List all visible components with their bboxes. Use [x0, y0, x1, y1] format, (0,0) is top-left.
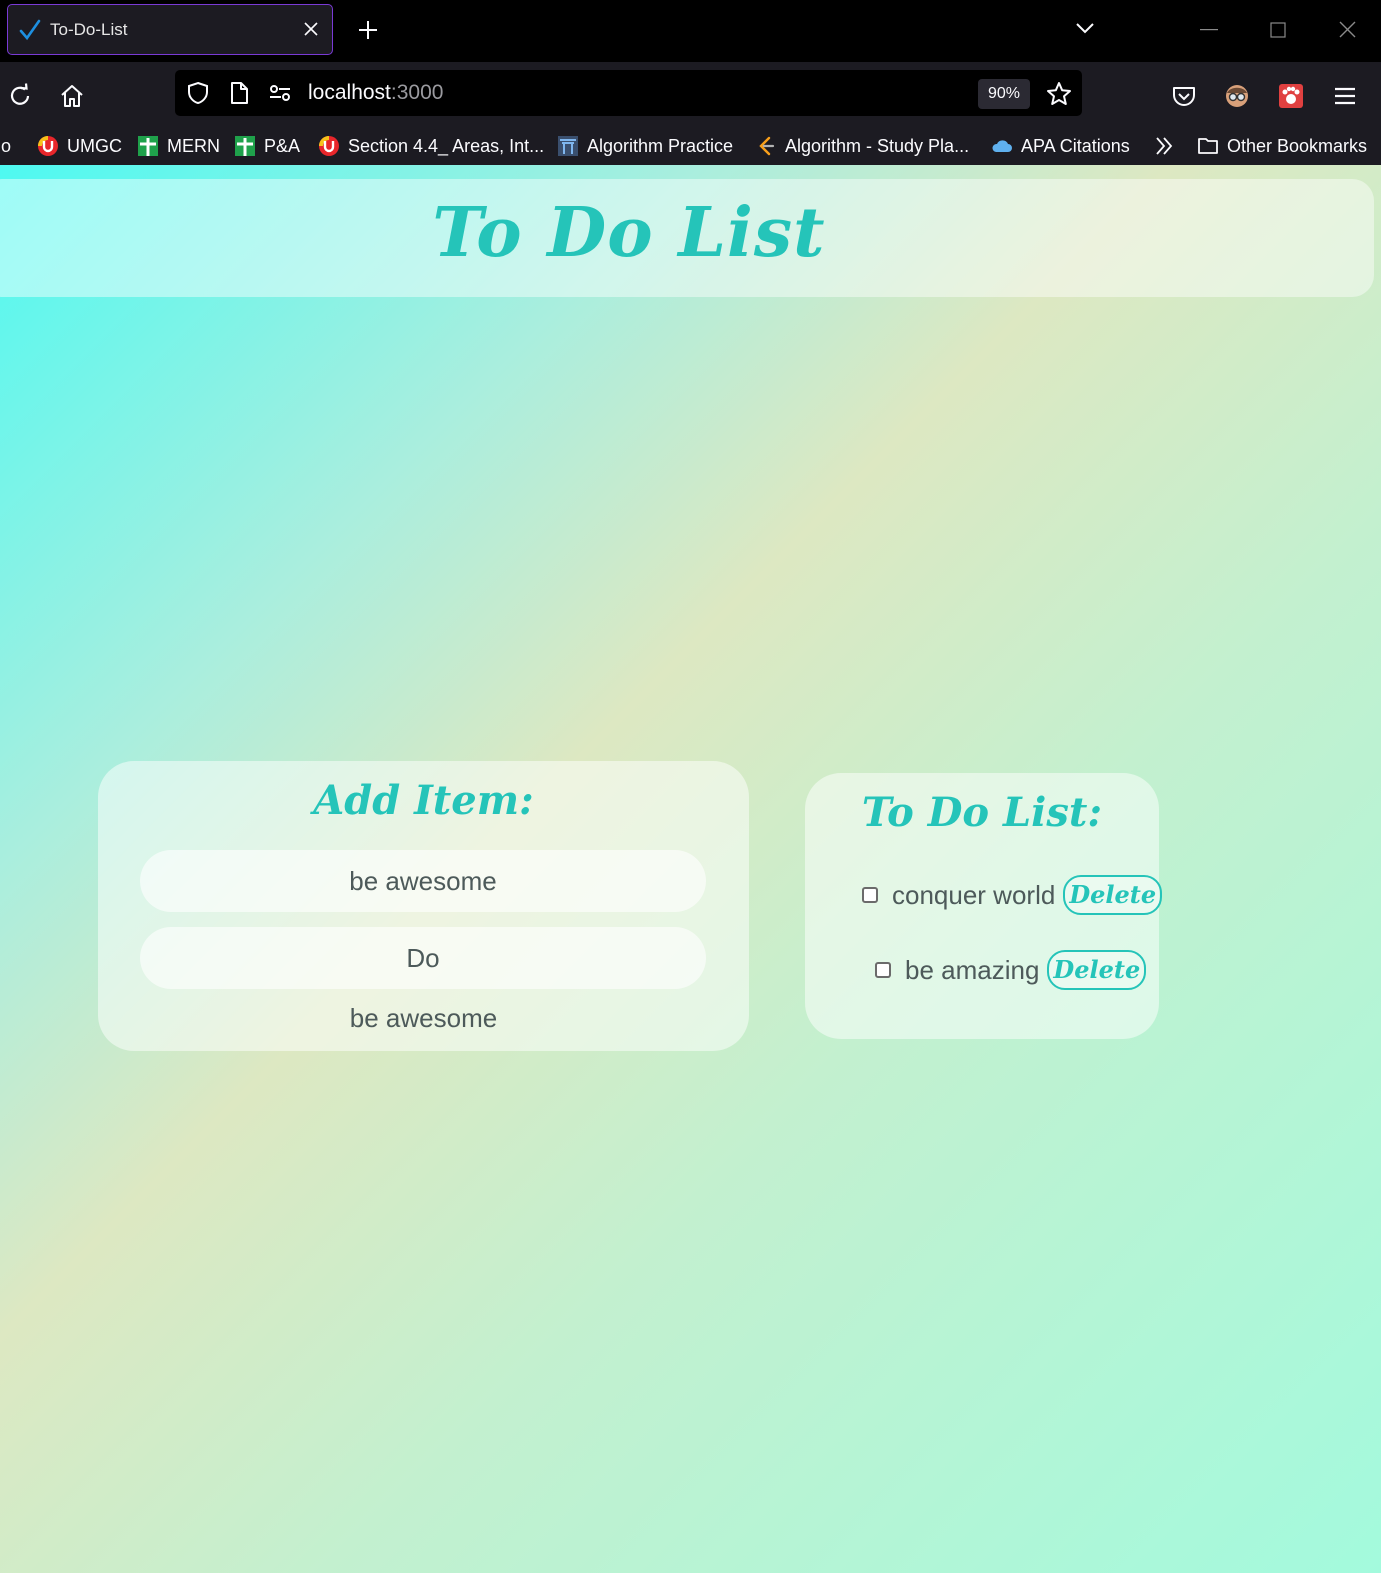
bookmark-label: UMGC [67, 135, 122, 156]
check-icon [19, 19, 41, 41]
bookmark-item[interactable]: Algorithm Practice [557, 134, 733, 158]
reload-icon[interactable] [7, 83, 33, 109]
bookmark-label: Section 4.4_ Areas, Int... [348, 135, 545, 156]
gate-icon [558, 136, 578, 156]
close-icon[interactable] [304, 22, 318, 36]
todo-input[interactable] [140, 850, 706, 912]
bookmark-label: Algorithm - Study Pla... [785, 135, 970, 156]
input-preview: be awesome [349, 1003, 498, 1033]
do-button[interactable]: Do [140, 927, 706, 989]
new-tab-plus-icon[interactable] [358, 20, 378, 40]
chevron-down-icon[interactable] [1075, 20, 1095, 36]
url-host: localhost [308, 81, 391, 104]
url-bar[interactable]: localhost:3000 90% [175, 70, 1082, 116]
bookmark-item[interactable]: UMGC [37, 134, 122, 158]
maximize-icon[interactable] [1270, 22, 1286, 38]
extension-paw-icon[interactable] [1278, 83, 1304, 109]
bookmark-item[interactable]: MERN [137, 134, 220, 158]
delete-button[interactable]: Delete [1063, 875, 1163, 915]
page-icon[interactable] [227, 81, 251, 105]
page-title: To Do List [432, 193, 826, 273]
window-close-icon[interactable] [1339, 21, 1356, 38]
umgc-icon [38, 136, 58, 156]
other-bookmarks-label: Other Bookmarks [1227, 135, 1368, 156]
chevron-double-right-icon[interactable] [1153, 135, 1175, 157]
add-item-heading: Add Item: [313, 777, 534, 824]
list-item: conquer world Delete [862, 875, 1163, 915]
other-bookmarks[interactable]: Other Bookmarks [1197, 134, 1367, 158]
delete-button[interactable]: Delete [1047, 950, 1147, 990]
permissions-icon[interactable] [268, 81, 292, 105]
page-content: To Do List Add Item: Do be awesome To Do… [0, 165, 1381, 1573]
bookmark-item[interactable]: Section 4.4_ Areas, Int... [318, 134, 544, 158]
pocket-icon[interactable] [1171, 83, 1197, 109]
home-icon[interactable] [59, 83, 85, 109]
folder-icon [1198, 138, 1218, 154]
cloud-icon [992, 140, 1012, 152]
url-port: :3000 [390, 81, 444, 104]
bookmark-label: MERN [167, 135, 220, 156]
todo-text: conquer world [892, 879, 1056, 910]
zoom-badge[interactable]: 90% [978, 79, 1030, 109]
menu-hamburger-icon[interactable] [1332, 83, 1358, 109]
add-item-card: Add Item: Do be awesome [98, 761, 749, 1051]
todo-checkbox[interactable] [875, 962, 891, 978]
green-plus-icon [235, 136, 255, 156]
bookmark-label: P&A [264, 135, 301, 156]
bookmark-label: APA Citations [1021, 135, 1130, 156]
minimize-icon[interactable] [1200, 29, 1218, 31]
tab-to-do-list[interactable]: To-Do-List [7, 4, 333, 55]
navigation-toolbar: localhost:3000 90% [0, 62, 1381, 126]
todo-checkbox[interactable] [862, 887, 878, 903]
tab-title: To-Do-List [50, 20, 128, 39]
green-plus-icon [138, 136, 158, 156]
url-text[interactable]: localhost:3000 [308, 81, 443, 105]
umgc-icon [319, 136, 339, 156]
bookmarks-toolbar: jo UMGC MERN P&A Section 4.4_ Areas, Int… [0, 126, 1381, 165]
todo-list-heading: To Do List: [861, 789, 1103, 836]
extension-avatar-icon[interactable] [1224, 83, 1250, 109]
bookmark-item[interactable]: P&A [234, 134, 300, 158]
todo-text: be amazing [905, 954, 1040, 985]
bookmark-item[interactable]: APA Citations [991, 134, 1130, 158]
bookmark-item[interactable]: Algorithm - Study Pla... [755, 134, 969, 158]
todo-list-card: To Do List: conquer world Delete be amaz… [805, 773, 1163, 1039]
leetcode-icon [759, 136, 775, 156]
bookmark-star-icon[interactable] [1046, 81, 1072, 107]
bookmark-label: jo [0, 135, 12, 156]
bookmark-item[interactable]: jo [0, 134, 11, 158]
bookmark-label: Algorithm Practice [587, 135, 734, 156]
shield-icon[interactable] [186, 81, 210, 105]
tab-bar: To-Do-List [0, 0, 1381, 62]
list-item: be amazing Delete [875, 950, 1147, 990]
